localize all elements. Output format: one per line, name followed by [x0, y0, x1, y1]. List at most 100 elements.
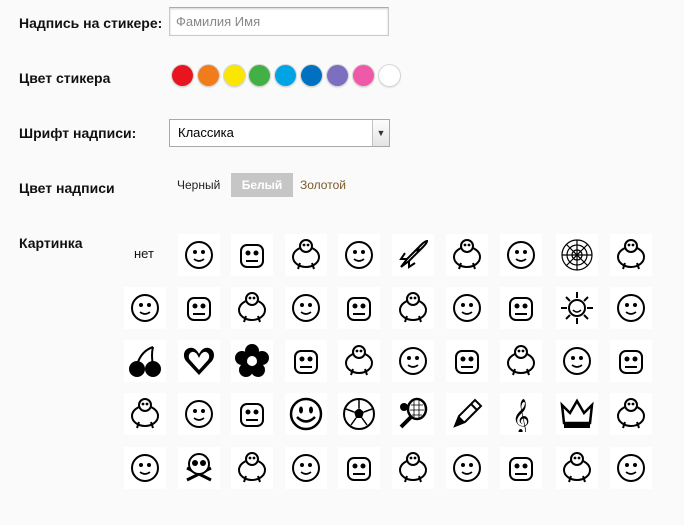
soccer-ball-icon [343, 398, 375, 430]
rocket-icon [399, 239, 429, 269]
picture-option-pony[interactable] [446, 287, 488, 329]
picture-option-smiling-ball[interactable] [178, 287, 220, 329]
jerry-mouse-icon [185, 400, 213, 428]
pony-icon [453, 294, 481, 322]
picture-option-small-car[interactable] [446, 234, 488, 276]
picture-option-fixie[interactable] [231, 447, 273, 489]
picture-option-flower[interactable] [231, 340, 273, 382]
dora-icon [347, 297, 371, 321]
picture-option-ninja-turtle[interactable] [500, 340, 542, 382]
color-swatch-pink[interactable] [353, 65, 374, 86]
car-icon [185, 241, 213, 269]
picture-option-windsurfer[interactable] [500, 234, 542, 276]
smurf-icon [345, 345, 373, 376]
text-color-gold[interactable]: Золотой [300, 173, 346, 197]
tank-icon [453, 454, 481, 482]
picture-option-tank[interactable] [446, 447, 488, 489]
color-swatch-blue[interactable] [301, 65, 322, 86]
picture-option-airplane[interactable] [285, 234, 327, 276]
picture-option-soccer-ball[interactable] [338, 393, 380, 435]
picture-option-treble-clef[interactable]: 𝄞 [500, 393, 542, 435]
picture-option-hello-kitty[interactable] [610, 234, 652, 276]
picture-option-smiley[interactable] [285, 393, 327, 435]
dalmatian-icon [131, 454, 159, 482]
picture-option-penguin[interactable] [556, 447, 598, 489]
text-color-black[interactable]: Черный [177, 173, 220, 197]
picture-option-starfish[interactable] [610, 287, 652, 329]
picture-option-peppa-pig[interactable] [392, 287, 434, 329]
sticker-color-label: Цвет стикера [19, 70, 111, 86]
butterfly-icon [509, 297, 533, 321]
cherries-icon [129, 346, 161, 377]
hello-kitty-icon [617, 239, 645, 270]
color-swatch-red[interactable] [172, 65, 193, 86]
smiling-ball-icon [187, 297, 211, 321]
picture-option-fish[interactable] [392, 447, 434, 489]
picture-option-masha[interactable] [124, 287, 166, 329]
picture-option-ladybug[interactable] [285, 340, 327, 382]
skull-crossbones-icon [186, 453, 212, 482]
sticker-text-input[interactable] [169, 7, 389, 36]
picture-option-rock-hand[interactable] [500, 447, 542, 489]
monster-icon [292, 454, 320, 482]
color-swatch-orange[interactable] [198, 65, 219, 86]
picture-option-stegosaurus[interactable] [392, 340, 434, 382]
picture-option-fairy[interactable] [231, 287, 273, 329]
picture-option-tennis-racket[interactable] [392, 393, 434, 435]
picture-option-minion[interactable] [610, 393, 652, 435]
spiderweb-icon [561, 239, 593, 271]
color-swatch-purple[interactable] [327, 65, 348, 86]
sun-icon [561, 292, 593, 324]
airplane-icon [292, 239, 320, 270]
picture-option-butterfly[interactable] [500, 287, 542, 329]
smiley-icon [289, 397, 323, 431]
boat-icon [240, 244, 264, 268]
picture-option-train[interactable] [338, 234, 380, 276]
lizard-icon [455, 350, 479, 374]
picture-option-monster[interactable] [285, 447, 327, 489]
pencil-icon [453, 398, 483, 428]
tennis-racket-icon [399, 397, 428, 429]
treble-clef-icon: 𝄞 [512, 399, 530, 432]
masha-icon [131, 294, 159, 322]
picture-option-fixie-girl[interactable] [610, 447, 652, 489]
picture-option-teddy-bear[interactable] [231, 393, 273, 435]
picture-option-boat[interactable] [231, 234, 273, 276]
picture-option-ben10[interactable] [556, 340, 598, 382]
color-swatch-yellow[interactable] [224, 65, 245, 86]
peppa-pig-icon [399, 292, 427, 323]
picture-option-mater-truck[interactable] [338, 447, 380, 489]
picture-option-dora[interactable] [338, 287, 380, 329]
flower-icon [235, 344, 269, 377]
ninja-turtle-icon [507, 345, 535, 376]
chevron-down-icon[interactable]: ▼ [372, 120, 389, 146]
picture-option-rocket[interactable] [392, 234, 434, 276]
picture-option-pencil[interactable] [446, 393, 488, 435]
picture-option-bunny[interactable] [124, 393, 166, 435]
picture-option-dalmatian[interactable] [124, 447, 166, 489]
picture-option-skull-crossbones[interactable] [178, 447, 220, 489]
picture-none-option[interactable]: нет [134, 246, 154, 261]
heart-icon [183, 347, 215, 375]
ben10-icon [563, 347, 591, 375]
picture-option-car[interactable] [178, 234, 220, 276]
picture-option-heart[interactable] [178, 340, 220, 382]
fixie-icon [238, 452, 266, 483]
color-swatch-white[interactable] [379, 65, 400, 86]
picture-option-spiderweb[interactable] [556, 234, 598, 276]
picture-option-spongebob[interactable] [610, 340, 652, 382]
spongebob-icon [619, 350, 643, 374]
picture-option-cherries[interactable] [124, 340, 166, 382]
font-select[interactable]: Классика ▼ [169, 119, 390, 147]
picture-option-lizard[interactable] [446, 340, 488, 382]
picture-option-crown[interactable] [556, 393, 598, 435]
color-swatch-light-blue[interactable] [275, 65, 296, 86]
ladybug-icon [294, 350, 318, 374]
color-swatch-green[interactable] [249, 65, 270, 86]
picture-option-jerry-mouse[interactable] [178, 393, 220, 435]
text-color-white[interactable]: Белый [231, 173, 293, 197]
picture-option-bee[interactable] [285, 287, 327, 329]
picture-option-smurf[interactable] [338, 340, 380, 382]
stegosaurus-icon [399, 347, 427, 375]
picture-option-sun[interactable] [556, 287, 598, 329]
